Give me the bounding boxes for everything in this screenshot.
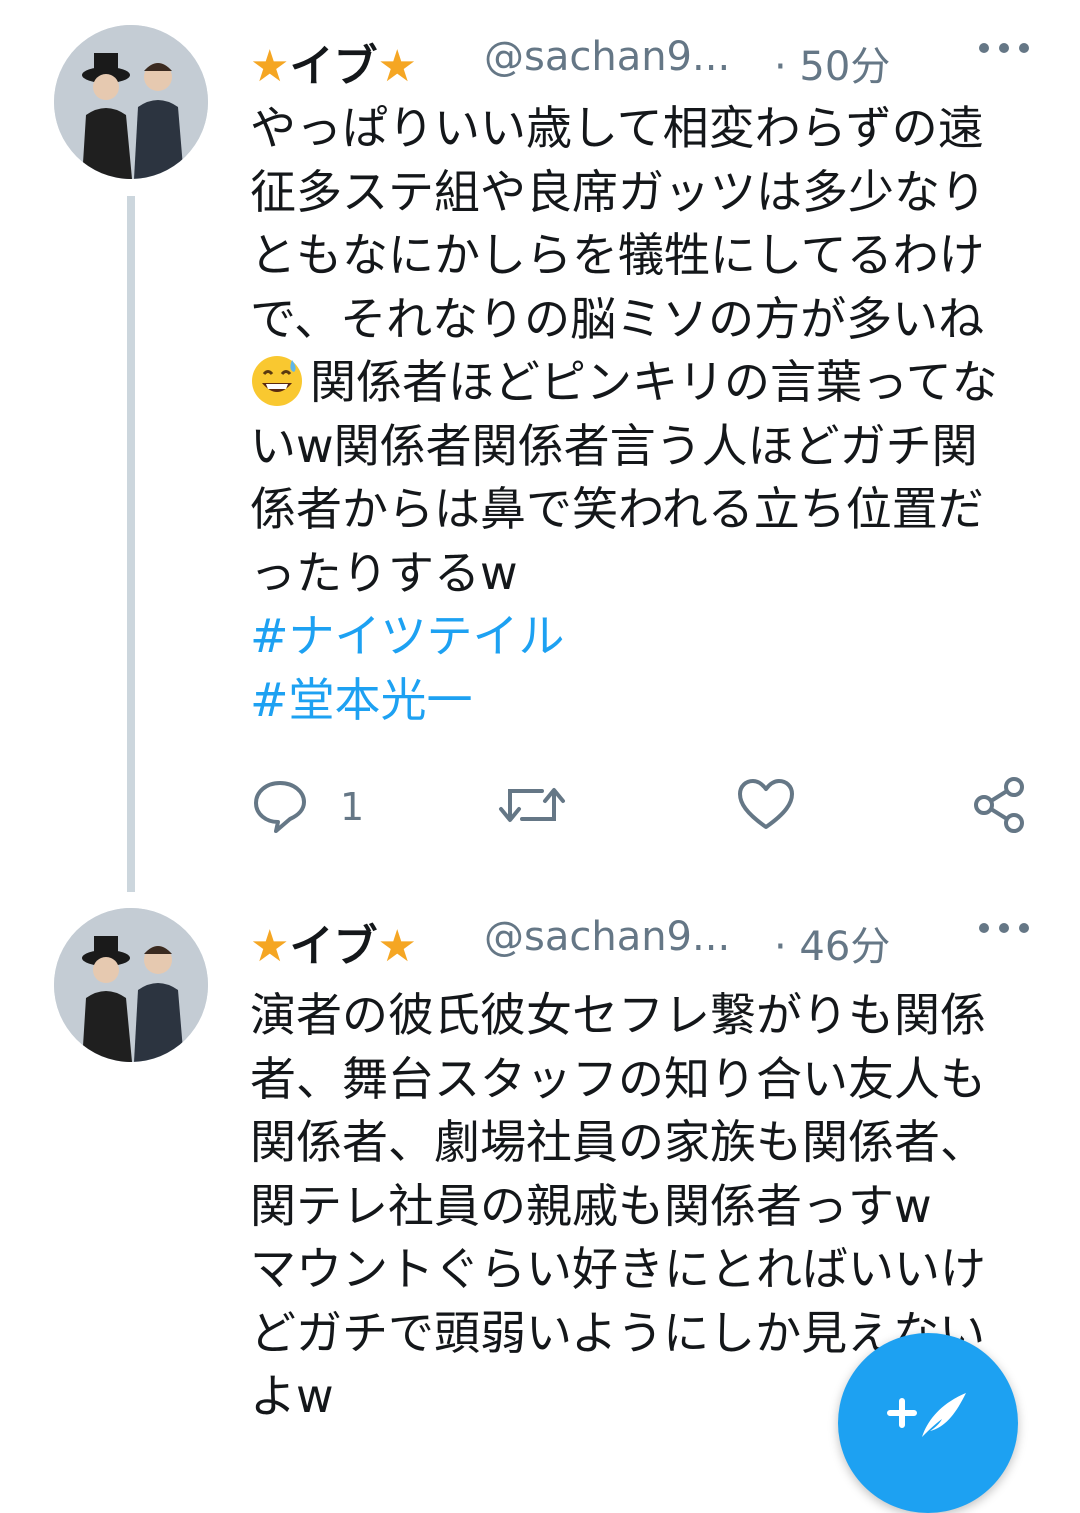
star-icon: ★ xyxy=(377,41,417,92)
text-line: 演者の彼氏彼女セフレ繋がりも関係 xyxy=(250,988,986,1042)
star-icon: ★ xyxy=(250,41,290,92)
tweet-header: ★イブ★ @sachan9... · 46分 xyxy=(250,902,1080,972)
reply-button[interactable]: 1 xyxy=(250,775,364,835)
more-dots-icon[interactable] xyxy=(974,26,1034,70)
compose-tweet-icon xyxy=(887,1393,966,1437)
share-icon xyxy=(974,777,1024,833)
text-line: 者、舞台スタッフの知り合い友人も xyxy=(250,1051,986,1106)
tweet-text: やっぱりいい歳して相変わらずの遠 征多ステ組や良席ガッツは多少なり ともなにかし… xyxy=(250,97,1040,732)
timestamp[interactable]: · 46分 xyxy=(774,914,890,972)
timestamp[interactable]: · 50分 xyxy=(774,34,890,92)
text-line: で、それなりの脳ミソの方が多いね xyxy=(250,291,985,346)
text-line: 関係者ほどピンキリの言葉ってな xyxy=(250,351,1040,415)
hashtag-link[interactable]: #ナイツテイル xyxy=(250,605,1040,669)
star-icon: ★ xyxy=(250,921,290,972)
heart-icon xyxy=(738,779,794,829)
star-icon: ★ xyxy=(377,921,417,972)
text-line: 関テレ社員の親戚も関係者っすw xyxy=(250,1178,932,1233)
like-button[interactable] xyxy=(736,775,796,835)
share-button[interactable] xyxy=(970,775,1030,835)
text-line: 係者からは鼻で笑われる立ち位置だ xyxy=(250,482,984,536)
thread-line xyxy=(127,196,135,892)
text-line: ともなにかしらを犠牲にしてるわけ xyxy=(250,228,985,282)
display-name[interactable]: ★イブ★ xyxy=(250,30,417,94)
tweet[interactable]: ★イブ★ @sachan9... · 50分 やっぱりいい歳して相変わらずの遠 … xyxy=(0,0,1080,900)
handle[interactable]: @sachan9... xyxy=(484,34,730,80)
text-line: 関係者、劇場社員の家族も関係者、 xyxy=(250,1115,986,1169)
text-line: ったりするw xyxy=(250,545,518,600)
text-line: 征多ステ組や良席ガッツは多少なり xyxy=(250,164,986,219)
retweet-icon xyxy=(499,788,565,822)
hashtag-link[interactable]: #堂本光一 xyxy=(250,669,1040,733)
retweet-button[interactable] xyxy=(498,775,568,835)
text-line: マウントぐらい好きにとればいいけ xyxy=(250,1242,986,1296)
display-name[interactable]: ★イブ★ xyxy=(250,910,417,974)
text-line: やっぱりいい歳して相変わらずの遠 xyxy=(250,101,984,155)
handle[interactable]: @sachan9... xyxy=(484,914,730,960)
more-dots-icon[interactable] xyxy=(974,906,1034,950)
avatar[interactable] xyxy=(54,908,208,1062)
tweet-header: ★イブ★ @sachan9... · 50分 xyxy=(250,22,1080,92)
compose-tweet-button[interactable] xyxy=(838,1333,1018,1513)
text-line: いw関係者関係者言う人ほどガチ関 xyxy=(250,418,978,473)
reply-bubble-icon xyxy=(254,781,306,833)
avatar[interactable] xyxy=(54,25,208,179)
tweet-actions: 1 xyxy=(250,775,1040,839)
reply-count: 1 xyxy=(340,785,365,829)
grinning-sweat-emoji-icon xyxy=(252,356,302,406)
